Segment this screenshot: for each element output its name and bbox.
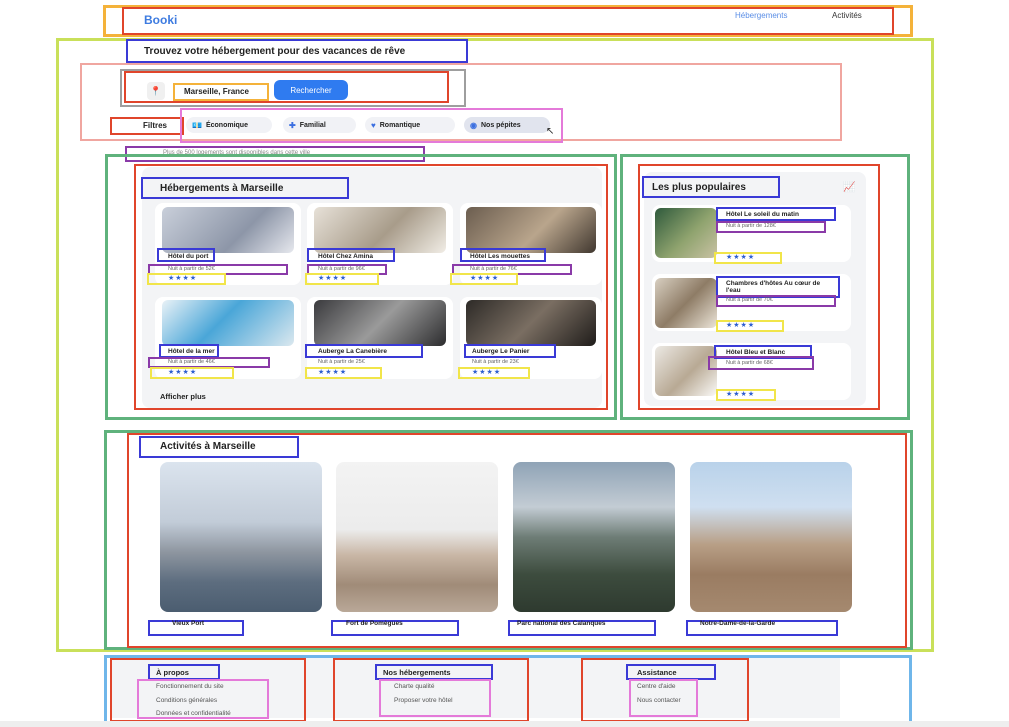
money-icon: 💶 xyxy=(192,120,202,130)
hotel-photo-4 xyxy=(162,300,294,346)
popular-price-3: Nuit à partir de 68€ xyxy=(726,360,773,366)
hotel-name-4: Hôtel de la mer xyxy=(168,348,215,355)
nav-activites[interactable]: Activités xyxy=(832,11,862,20)
filters-label: Filtres xyxy=(143,121,168,130)
hotel-price-6: Nuit à partir de 23€ xyxy=(472,359,519,365)
availability-info: Plus de 500 logements sont disponibles d… xyxy=(163,150,311,156)
hotel-price-3: Nuit à partir de 76€ xyxy=(470,266,517,272)
activity-photo-notre-dame[interactable] xyxy=(690,462,852,612)
chart-icon: 📈 xyxy=(843,182,856,193)
activity-photo-calanques[interactable] xyxy=(513,462,675,612)
hotel-rating-2: ★★★★ xyxy=(318,275,348,282)
popular-name-1: Hôtel Le soleil du matin xyxy=(726,211,799,218)
popular-rating-2: ★★★★ xyxy=(726,322,756,329)
filter-romantique[interactable]: ♥ Romantique xyxy=(365,117,455,133)
activites-title: Activités à Marseille xyxy=(160,441,256,452)
activity-label-1[interactable]: Vieux Port xyxy=(172,620,204,627)
popular-name-3: Hôtel Bleu et Blanc xyxy=(726,349,786,356)
popular-photo-1 xyxy=(655,208,717,258)
popular-name-2: Chambres d'hôtes Au cœur de l'eau xyxy=(726,280,821,294)
filter-familial[interactable]: ✚ Familial xyxy=(283,117,356,133)
hotel-price-4: Nuit à partir de 46€ xyxy=(168,359,215,365)
activity-label-4[interactable]: Notre-Dame-de-la-Garde xyxy=(700,620,775,627)
hotel-photo-1 xyxy=(162,207,294,253)
popular-photo-3 xyxy=(655,346,717,396)
footer-link-centre-aide[interactable]: Centre d'aide xyxy=(637,683,675,690)
page-title: Trouvez votre hébergement pour des vacan… xyxy=(144,46,406,57)
child-icon: ✚ xyxy=(289,120,296,130)
hotel-rating-6: ★★★★ xyxy=(472,369,502,376)
populaires-title: Les plus populaires xyxy=(652,182,746,193)
hotel-price-5: Nuit à partir de 25€ xyxy=(318,359,365,365)
hotel-rating-3: ★★★★ xyxy=(470,275,500,282)
hotel-price-1: Nuit à partir de 52€ xyxy=(168,266,215,272)
search-input[interactable]: Marseille, France xyxy=(184,87,249,96)
hotel-name-6: Auberge Le Panier xyxy=(472,348,530,355)
hotel-photo-5 xyxy=(314,300,446,346)
hotel-name-3: Hôtel Les mouettes xyxy=(470,253,530,260)
logo[interactable]: Booki xyxy=(144,13,177,27)
footer-title-a-propos: À propos xyxy=(156,668,189,677)
hotel-photo-2 xyxy=(314,207,446,253)
hotel-photo-6 xyxy=(466,300,596,346)
filter-nos-pepites[interactable]: ◉ Nos pépites xyxy=(464,117,550,133)
hebergements-title: Hébergements à Marseille xyxy=(160,183,284,194)
show-more-button[interactable]: Afficher plus xyxy=(160,392,206,401)
nav-hebergements[interactable]: Hébergements xyxy=(735,11,787,20)
search-button[interactable]: Rechercher xyxy=(274,80,348,100)
activity-photo-vieux-port[interactable] xyxy=(160,462,322,612)
hotel-rating-5: ★★★★ xyxy=(318,369,348,376)
hotel-rating-1: ★★★★ xyxy=(168,275,198,282)
heart-icon: ♥ xyxy=(371,120,376,130)
popular-price-1: Nuit à partir de 128€ xyxy=(726,223,776,229)
filter-economique[interactable]: 💶 Économique xyxy=(186,117,272,133)
gem-icon: ◉ xyxy=(470,120,477,130)
hotel-photo-3 xyxy=(466,207,596,253)
hotel-price-2: Nuit à partir de 96€ xyxy=(318,266,365,272)
footer-link-proposer[interactable]: Proposer votre hôtel xyxy=(394,697,453,704)
activity-label-3[interactable]: Parc national des Calanques xyxy=(517,620,606,627)
hotel-rating-4: ★★★★ xyxy=(168,369,198,376)
location-pin-icon: 📍 xyxy=(147,82,165,100)
hotel-name-1: Hôtel du port xyxy=(168,253,209,260)
popular-price-2: Nuit à partir de 70€ xyxy=(726,297,773,303)
footer-link-contact[interactable]: Nous contacter xyxy=(637,697,681,704)
hotel-name-2: Hôtel Chez Amina xyxy=(318,253,374,260)
footer-link-donnees[interactable]: Données et confidentialité xyxy=(156,710,231,717)
popular-rating-3: ★★★★ xyxy=(726,391,756,398)
footer-title-hebergements: Nos hébergements xyxy=(383,668,451,677)
footer-link-fonctionnement[interactable]: Fonctionnement du site xyxy=(156,683,224,690)
hotel-name-5: Auberge La Canebière xyxy=(318,348,387,355)
popular-rating-1: ★★★★ xyxy=(726,254,756,261)
footer-title-assistance: Assistance xyxy=(637,668,677,677)
cursor-icon: ↖ xyxy=(546,126,555,137)
activity-photo-fort-pomegues[interactable] xyxy=(336,462,498,612)
activity-label-2[interactable]: Fort de Pomègues xyxy=(346,620,403,627)
bottom-bar xyxy=(0,721,1009,727)
popular-photo-2 xyxy=(655,278,717,328)
footer-link-charte[interactable]: Charte qualité xyxy=(394,683,434,690)
footer-link-conditions[interactable]: Conditions générales xyxy=(156,697,217,704)
